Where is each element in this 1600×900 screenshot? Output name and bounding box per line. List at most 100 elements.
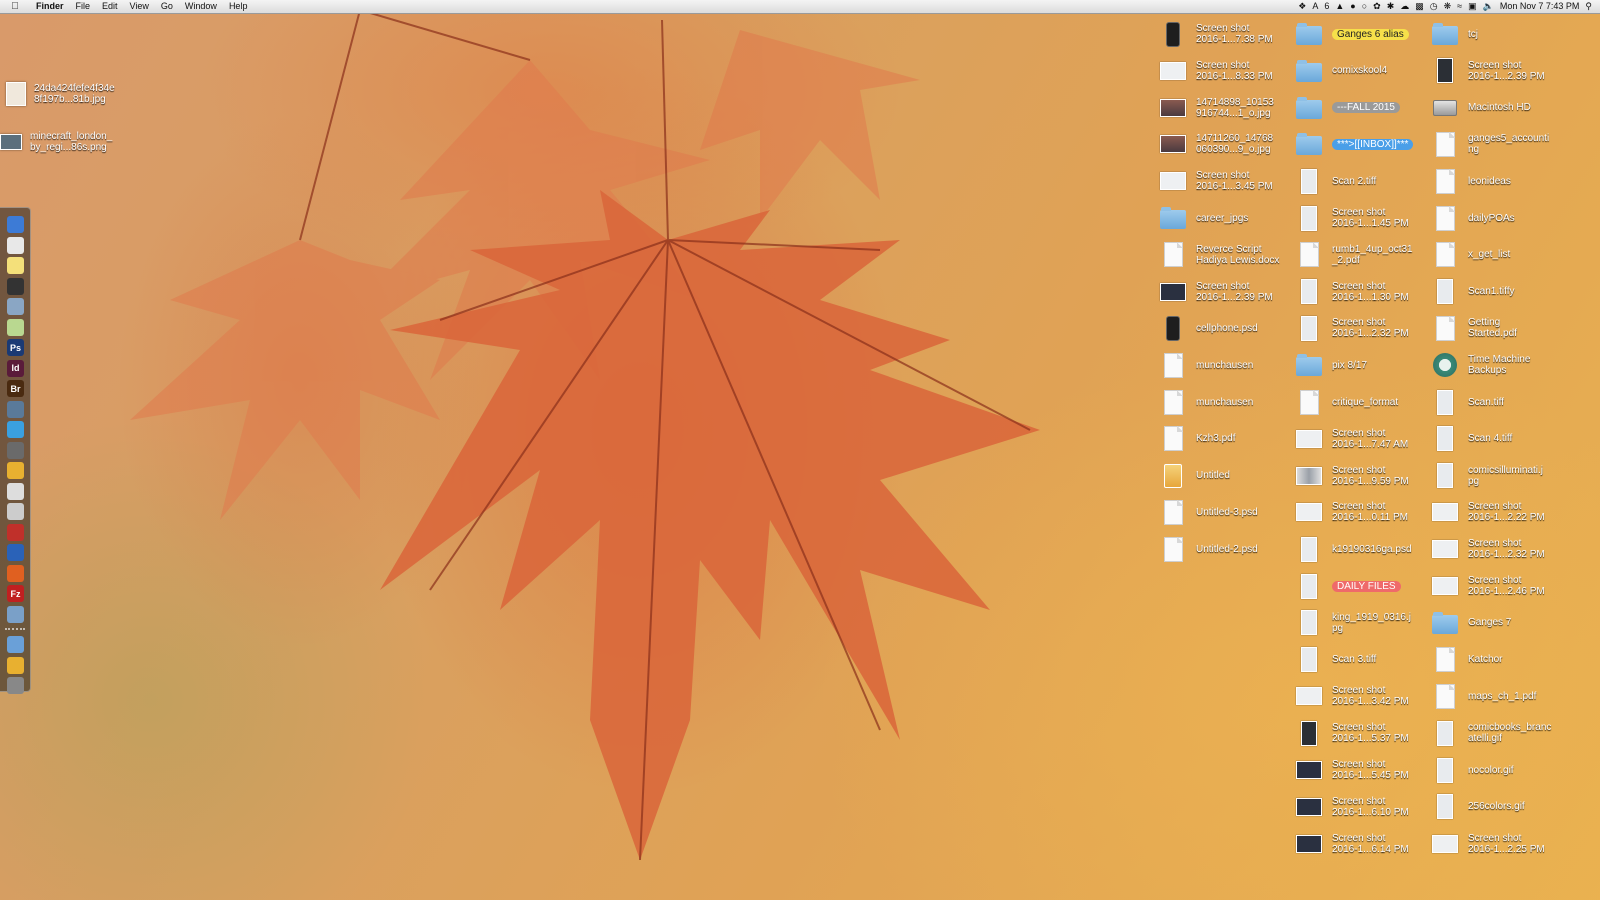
dock-ps-icon[interactable]: Ps <box>7 339 24 356</box>
menu-help[interactable]: Help <box>223 0 254 13</box>
desktop-item[interactable]: Time Machine Backups <box>1432 348 1568 382</box>
dock-calendar-icon[interactable] <box>7 236 24 254</box>
desktop-item[interactable]: Ganges 6 alias <box>1296 17 1432 51</box>
cloud-icon[interactable]: ☁ <box>1400 0 1409 13</box>
flame-icon[interactable]: ▲ <box>1335 0 1344 13</box>
desktop-item[interactable]: munchausen <box>1160 385 1296 419</box>
desktop-item[interactable]: tcj <box>1432 17 1568 51</box>
input-menu-icon[interactable]: ▣ <box>1468 0 1477 13</box>
desktop-item[interactable]: Scan 3.tiff <box>1296 643 1432 677</box>
desktop-item[interactable]: ***>[[INBOX]]*** <box>1296 127 1432 161</box>
desktop-item[interactable]: Screen shot 2016-1...9.59 PM <box>1296 459 1432 493</box>
desktop-item[interactable]: rumb1_4up_oct31 _2.pdf <box>1296 238 1432 272</box>
menu-window[interactable]: Window <box>179 0 223 13</box>
adobe-icon[interactable]: A <box>1312 0 1318 13</box>
desktop-item[interactable]: ganges5_accounti ng <box>1432 127 1568 161</box>
menu-go[interactable]: Go <box>155 0 179 13</box>
notification-count[interactable]: 6 <box>1324 0 1329 13</box>
dock-br-icon[interactable]: Br <box>7 380 24 397</box>
dock-scanner-icon[interactable] <box>7 400 24 418</box>
desktop-item[interactable]: ---FALL 2015 <box>1296 91 1432 125</box>
desktop-item[interactable]: Getting Started.pdf <box>1432 311 1568 345</box>
desktop-file[interactable]: 24da424fefe4f34e 8f197b...81b.jpg <box>6 82 115 106</box>
desktop-item[interactable]: Scan 4.tiff <box>1432 422 1568 456</box>
desktop-item[interactable]: dailyPOAs <box>1432 201 1568 235</box>
dock-pencil-icon[interactable] <box>7 318 24 336</box>
desktop-item[interactable]: Screen shot 2016-1...2.46 PM <box>1432 569 1568 603</box>
menu-finder[interactable]: Finder <box>30 0 70 13</box>
bluetooth-icon[interactable]: ❋ <box>1444 0 1452 13</box>
desktop-item[interactable]: cellphone.psd <box>1160 311 1296 345</box>
desktop-item[interactable]: Screen shot 2016-1...6.10 PM <box>1296 790 1432 824</box>
dock-folder-icon[interactable] <box>7 636 24 653</box>
menu-view[interactable]: View <box>124 0 155 13</box>
desktop-item[interactable]: Macintosh HD <box>1432 91 1568 125</box>
desktop-item[interactable]: king_1919_0316.j pg <box>1296 606 1432 640</box>
desktop-item[interactable]: nocolor.gif <box>1432 753 1568 787</box>
desktop-item[interactable]: Screen shot 2016-1...7.38 PM <box>1160 17 1296 51</box>
desktop-item[interactable]: 14711260_14768 060390...9_o.jpg <box>1160 127 1296 161</box>
desktop-item[interactable]: Screen shot 2016-1...2.32 PM <box>1296 311 1432 345</box>
clock[interactable]: Mon Nov 7 7:43 PM <box>1500 0 1580 13</box>
dropbox-icon[interactable]: ❖ <box>1298 0 1306 13</box>
wifi-icon[interactable]: ≈ <box>1457 0 1462 13</box>
dock-chrome-color-icon[interactable] <box>7 462 24 479</box>
apple-icon[interactable]:  <box>0 1 30 12</box>
desktop-item[interactable]: Screen shot 2016-1...8.33 PM <box>1160 54 1296 88</box>
desktop-item[interactable]: DAILY FILES <box>1296 569 1432 603</box>
asterisk-icon[interactable]: ✱ <box>1387 0 1395 13</box>
desktop-item[interactable]: Untitled-2.psd <box>1160 532 1296 566</box>
desktop-item[interactable]: Screen shot 2016-1...1.30 PM <box>1296 275 1432 309</box>
sync-icon[interactable]: ○ <box>1362 0 1367 13</box>
desktop-item[interactable]: Screen shot 2016-1...5.37 PM <box>1296 716 1432 750</box>
dock-skype-icon[interactable] <box>7 421 24 438</box>
display-icon[interactable]: ▩ <box>1415 0 1424 13</box>
desktop-item[interactable]: career_jpgs <box>1160 201 1296 235</box>
desktop-item[interactable]: leonideas <box>1432 164 1568 198</box>
dock-printer-icon[interactable] <box>7 503 24 520</box>
desktop-item[interactable]: Scan 2.tiff <box>1296 164 1432 198</box>
dock-fz-icon[interactable]: Fz <box>7 585 24 602</box>
desktop-item[interactable]: x_get_list <box>1432 238 1568 272</box>
desktop-item[interactable]: Screen shot 2016-1...5.45 PM <box>1296 753 1432 787</box>
desktop-item[interactable]: Untitled <box>1160 459 1296 493</box>
time-machine-icon[interactable]: ◷ <box>1430 0 1438 13</box>
desktop-item[interactable]: Screen shot 2016-1...6.14 PM <box>1296 827 1432 861</box>
desktop-file[interactable]: minecraft_london_ by_regi...86s.png <box>0 131 112 153</box>
desktop-item[interactable]: comicsilluminati.j pg <box>1432 459 1568 493</box>
dock-app-icon[interactable] <box>7 277 24 295</box>
volume-icon[interactable]: 🔈 <box>1483 0 1494 13</box>
desktop-item[interactable]: Screen shot 2016-1...2.39 PM <box>1432 54 1568 88</box>
desktop-item[interactable]: Screen shot 2016-1...3.45 PM <box>1160 164 1296 198</box>
desktop-item[interactable]: comicbooks_branc atelli.gif <box>1432 716 1568 750</box>
dock-id-icon[interactable]: Id <box>7 359 24 377</box>
menu-file[interactable]: File <box>70 0 97 13</box>
desktop-item[interactable]: Kzh3.pdf <box>1160 422 1296 456</box>
desktop-item[interactable]: munchausen <box>1160 348 1296 382</box>
desktop-item[interactable]: pix 8/17 <box>1296 348 1432 382</box>
dock-printer-icon[interactable] <box>7 482 24 500</box>
desktop-item[interactable]: Ganges 7 <box>1432 606 1568 640</box>
desktop-item[interactable]: Scan.tiff <box>1432 385 1568 419</box>
desktop-item[interactable]: Screen shot 2016-1...2.32 PM <box>1432 532 1568 566</box>
desktop-item[interactable]: Screen shot 2016-1...3.42 PM <box>1296 679 1432 713</box>
dock-preview-icon[interactable] <box>7 605 24 623</box>
dock-stickies-icon[interactable] <box>7 257 24 274</box>
desktop-item[interactable]: 14714898_10153 916744...1_o.jpg <box>1160 91 1296 125</box>
desktop-item[interactable]: Screen shot 2016-1...2.39 PM <box>1160 275 1296 309</box>
circle-icon[interactable]: ● <box>1350 0 1355 13</box>
dock-trash-icon[interactable] <box>7 677 24 694</box>
desktop-item[interactable]: Screen shot 2016-1...2.22 PM <box>1432 495 1568 529</box>
desktop-item[interactable]: maps_ch_1.pdf <box>1432 679 1568 713</box>
dock-acrobat-icon[interactable] <box>7 523 24 541</box>
spotlight-icon[interactable]: ⚲ <box>1585 0 1592 13</box>
leaf-icon[interactable]: ✿ <box>1373 0 1381 13</box>
desktop-item[interactable]: Scan1.tiffy <box>1432 275 1568 309</box>
desktop-item[interactable]: Untitled-3.psd <box>1160 495 1296 529</box>
desktop-item[interactable]: Screen shot 2016-1...1.45 PM <box>1296 201 1432 235</box>
dock-chrome-icon[interactable] <box>7 656 24 674</box>
desktop-item[interactable]: Screen shot 2016-1...7.47 AM <box>1296 422 1432 456</box>
desktop-item[interactable]: Screen shot 2016-1...2.25 PM <box>1432 827 1568 861</box>
menu-edit[interactable]: Edit <box>96 0 124 13</box>
dock-preview-icon[interactable] <box>7 298 24 315</box>
